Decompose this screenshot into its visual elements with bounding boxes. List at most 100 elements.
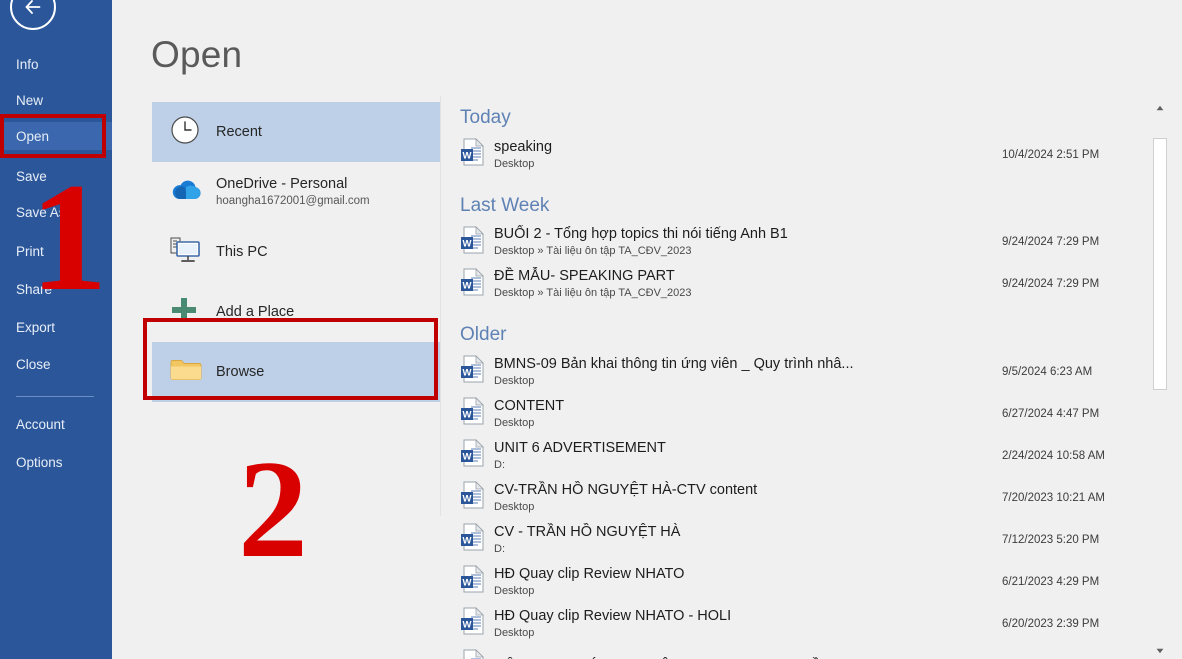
svg-text:W: W bbox=[463, 150, 472, 161]
sidebar-item-label: Options bbox=[16, 454, 63, 470]
file-text: UNIT 6 ADVERTISEMENT D: bbox=[494, 439, 894, 473]
file-row[interactable]: W HĐ Quay clip Review NHATO - HOLI Desktop… bbox=[460, 603, 1099, 645]
recent-files-list: Today Wspeaking Desktop 10/4/2024 2:51 PM La… bbox=[460, 104, 1105, 659]
word-doc-icon: W bbox=[460, 607, 486, 640]
sidebar-item-label: Info bbox=[16, 56, 39, 72]
file-row[interactable]: WNỘI DUNG CHÍNH SỰ KIỆN OFFLINE NHATO LẦ… bbox=[460, 645, 1060, 659]
place-name: This PC bbox=[216, 243, 268, 260]
word-doc-icon: W bbox=[460, 523, 486, 556]
word-doc-icon: W bbox=[460, 397, 486, 430]
place-icon-wrap bbox=[170, 179, 216, 206]
file-name: CONTENT bbox=[494, 397, 565, 414]
sidebar-item-label: New bbox=[16, 92, 44, 108]
file-name: ĐỀ MẪU- SPEAKING PART bbox=[494, 268, 675, 285]
svg-text:W: W bbox=[463, 280, 472, 291]
file-text: HĐ Quay clip Review NHATO - HOLI Desktop bbox=[494, 607, 894, 641]
word-doc-icon: W bbox=[460, 267, 486, 301]
place-text: This PC bbox=[216, 243, 268, 261]
annotation-step-number-2: 2 bbox=[238, 432, 308, 587]
file-icon-wrap: W bbox=[460, 138, 494, 171]
file-date: 6/21/2023 4:29 PM bbox=[1002, 575, 1100, 588]
sidebar-item-options[interactable]: Options bbox=[0, 448, 112, 476]
sidebar-item-info[interactable]: Info bbox=[0, 50, 112, 78]
file-text: BUỔI 2 - Tổng hợp topics thi nói tiếng A… bbox=[494, 225, 894, 259]
place-icon-wrap bbox=[170, 115, 216, 150]
file-date: 2/24/2024 10:58 AM bbox=[1002, 449, 1105, 462]
file-text: BMNS-09 Bản khai thông tin ứng viên _ Qu… bbox=[494, 355, 894, 389]
file-date: 9/24/2024 7:29 PM bbox=[1002, 278, 1100, 291]
word-doc-icon: W bbox=[460, 649, 486, 659]
sidebar-item-new[interactable]: New bbox=[0, 86, 112, 114]
file-path: Desktop bbox=[494, 374, 535, 387]
computer-icon bbox=[170, 236, 202, 269]
file-path: D: bbox=[494, 542, 505, 555]
sidebar-item-label: Close bbox=[16, 356, 51, 372]
file-text: ĐỀ MẪU- SPEAKING PART Desktop » Tài liệu … bbox=[494, 267, 894, 301]
place-name: OneDrive - Personal bbox=[216, 175, 348, 192]
word-doc-icon: W bbox=[460, 481, 486, 514]
file-row[interactable]: W BMNS-09 Bản khai thông tin ứng viên _ Q… bbox=[460, 351, 1092, 393]
file-text: CV-TRẦN HỒ NGUYỆT HÀ-CTV content Desktop bbox=[494, 481, 894, 515]
file-icon-wrap: W bbox=[460, 397, 494, 430]
file-row[interactable]: W HĐ Quay clip Review NHATO Desktop 6/21/20… bbox=[460, 561, 1099, 603]
file-row[interactable]: Wspeaking Desktop 10/4/2024 2:51 PM bbox=[460, 134, 1099, 176]
sidebar-item-close[interactable]: Close bbox=[0, 350, 112, 378]
file-date: 6/20/2023 2:39 PM bbox=[1002, 617, 1100, 630]
scroll-up-arrow-icon[interactable] bbox=[1152, 100, 1168, 116]
page-title: Open bbox=[151, 34, 243, 75]
file-path: Desktop bbox=[494, 584, 535, 597]
place-item-recent[interactable]: Recent bbox=[152, 102, 440, 162]
file-group-heading: Last Week bbox=[460, 194, 550, 216]
place-subtitle: hoangha1672001@gmail.com bbox=[216, 194, 370, 207]
svg-text:W: W bbox=[463, 238, 472, 249]
place-item-onedrive-personal[interactable]: OneDrive - Personal hoangha1672001@gmail.… bbox=[152, 162, 440, 222]
file-text: HĐ Quay clip Review NHATO Desktop bbox=[494, 565, 894, 599]
word-doc-icon: W bbox=[460, 225, 486, 259]
file-name: speaking bbox=[494, 138, 553, 155]
file-date: 10/4/2024 2:51 PM bbox=[1002, 148, 1100, 161]
file-row[interactable]: W CV-TRẦN HỒ NGUYỆT HÀ-CTV content Desktop… bbox=[460, 477, 1105, 519]
sidebar-item-label: Account bbox=[16, 416, 65, 432]
place-text: OneDrive - Personal hoangha1672001@gmail.… bbox=[216, 175, 370, 210]
place-icon-wrap bbox=[170, 236, 216, 269]
file-name: BMNS-09 Bản khai thông tin ứng viên _ Qu… bbox=[494, 355, 854, 372]
scrollbar-track[interactable] bbox=[1152, 116, 1168, 643]
file-icon-wrap: W bbox=[460, 481, 494, 514]
annotation-step-number-1: 1 bbox=[30, 151, 108, 323]
back-arrow-icon[interactable] bbox=[10, 0, 56, 30]
file-name: CV-TRẦN HỒ NGUYỆT HÀ-CTV content bbox=[494, 481, 758, 498]
file-row[interactable]: W CONTENT Desktop 6/27/2024 4:47 PM bbox=[460, 393, 1099, 435]
back-arrow-glyph bbox=[25, 0, 41, 14]
file-row[interactable]: W BUỔI 2 - Tổng hợp topics thi nói tiếng … bbox=[460, 221, 1099, 263]
cloud-icon bbox=[170, 179, 202, 206]
sidebar-item-account[interactable]: Account bbox=[0, 410, 112, 438]
file-row[interactable]: W ĐỀ MẪU- SPEAKING PART Desktop » Tài liệu… bbox=[460, 263, 1099, 305]
file-group-heading: Older bbox=[460, 324, 507, 346]
file-name: HĐ Quay clip Review NHATO bbox=[494, 565, 685, 582]
place-name: Recent bbox=[216, 123, 262, 140]
scrollbar-thumb[interactable] bbox=[1153, 138, 1167, 390]
annotation-highlight-browse bbox=[143, 318, 438, 400]
scroll-down-arrow-icon[interactable] bbox=[1152, 643, 1168, 659]
file-path: D: bbox=[494, 458, 505, 471]
svg-text:W: W bbox=[463, 536, 472, 547]
file-icon-wrap: W bbox=[460, 565, 494, 598]
place-item-this-pc[interactable]: This PC bbox=[152, 222, 440, 282]
file-row[interactable]: W CV - TRẦN HỒ NGUYỆT HÀ D: 7/12/2023 5:20 … bbox=[460, 519, 1099, 561]
file-icon-wrap: W bbox=[460, 225, 494, 259]
places-divider bbox=[440, 96, 441, 516]
file-icon-wrap: W bbox=[460, 649, 494, 659]
file-date: 9/24/2024 7:29 PM bbox=[1002, 236, 1100, 249]
word-doc-icon: W bbox=[460, 138, 486, 171]
file-name: CV - TRẦN HỒ NGUYỆT HÀ bbox=[494, 523, 681, 540]
file-group-heading: Today bbox=[460, 107, 511, 128]
file-icon-wrap: W bbox=[460, 439, 494, 472]
sidebar-divider bbox=[16, 396, 94, 397]
file-path: Desktop bbox=[494, 416, 535, 429]
file-path: Desktop » Tài liệu ôn tập TA_CĐV_2023 bbox=[494, 287, 692, 300]
file-path: Desktop » Tài liệu ôn tập TA_CĐV_2023 bbox=[494, 245, 692, 258]
file-row[interactable]: W UNIT 6 ADVERTISEMENT D: 2/24/2024 10:58 A… bbox=[460, 435, 1105, 477]
file-list-scrollbar[interactable] bbox=[1152, 100, 1168, 659]
word-doc-icon: W bbox=[460, 565, 486, 598]
file-date: 7/20/2023 10:21 AM bbox=[1002, 491, 1105, 504]
